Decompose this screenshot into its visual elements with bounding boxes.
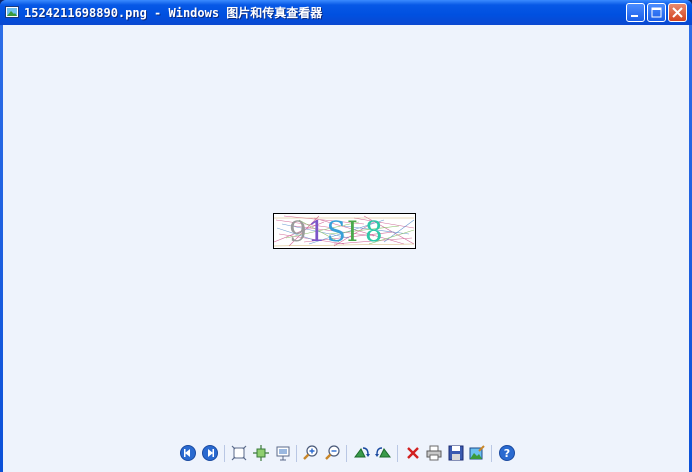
title-bar[interactable]: 1524211698890.png - Windows 图片和传真查看器 — [0, 0, 692, 25]
captcha-image: 91SI 8 — [273, 213, 416, 249]
print-icon[interactable] — [425, 444, 443, 462]
toolbar-separator — [491, 445, 492, 462]
zoom-out-icon[interactable] — [324, 444, 342, 462]
toolbar-separator — [224, 445, 225, 462]
captcha-char-2: 1 — [307, 215, 327, 248]
rotate-counterclockwise-icon[interactable] — [374, 444, 392, 462]
delete-icon[interactable] — [404, 444, 422, 462]
save-disk-icon[interactable] — [447, 444, 465, 462]
minimize-button[interactable] — [626, 3, 645, 22]
edit-image-icon[interactable] — [468, 444, 486, 462]
viewer-window: 1524211698890.png - Windows 图片和传真查看器 91S… — [0, 0, 692, 472]
next-image-icon[interactable] — [201, 444, 219, 462]
captcha-char-1: 9 — [289, 215, 308, 248]
captcha-char-4: I — [346, 215, 359, 248]
minimize-icon — [631, 15, 638, 17]
captcha-char-3: S — [326, 215, 347, 248]
actual-size-icon[interactable] — [252, 444, 270, 462]
slideshow-icon[interactable] — [274, 444, 292, 462]
maximize-button[interactable] — [647, 3, 666, 22]
help-icon[interactable]: ? — [498, 444, 516, 462]
window-title: 1524211698890.png - Windows 图片和传真查看器 — [24, 6, 323, 20]
captcha-char-5: 8 — [364, 215, 384, 248]
toolbar-separator — [397, 445, 398, 462]
zoom-in-icon[interactable] — [302, 444, 320, 462]
svg-text:?: ? — [504, 447, 510, 460]
close-icon — [672, 7, 683, 18]
toolbar-separator — [346, 445, 347, 462]
maximize-icon — [651, 7, 662, 18]
image-viewer-app-icon — [5, 6, 19, 18]
image-display-area[interactable]: 91SI 8 ? — [3, 25, 689, 472]
rotate-clockwise-icon[interactable] — [353, 444, 371, 462]
captcha-text: 91SI 8 — [289, 215, 384, 248]
toolbar-separator — [296, 445, 297, 462]
viewer-toolbar: ? — [175, 443, 525, 465]
best-fit-icon[interactable] — [230, 444, 248, 462]
previous-image-icon[interactable] — [179, 444, 197, 462]
close-button[interactable] — [668, 3, 687, 22]
